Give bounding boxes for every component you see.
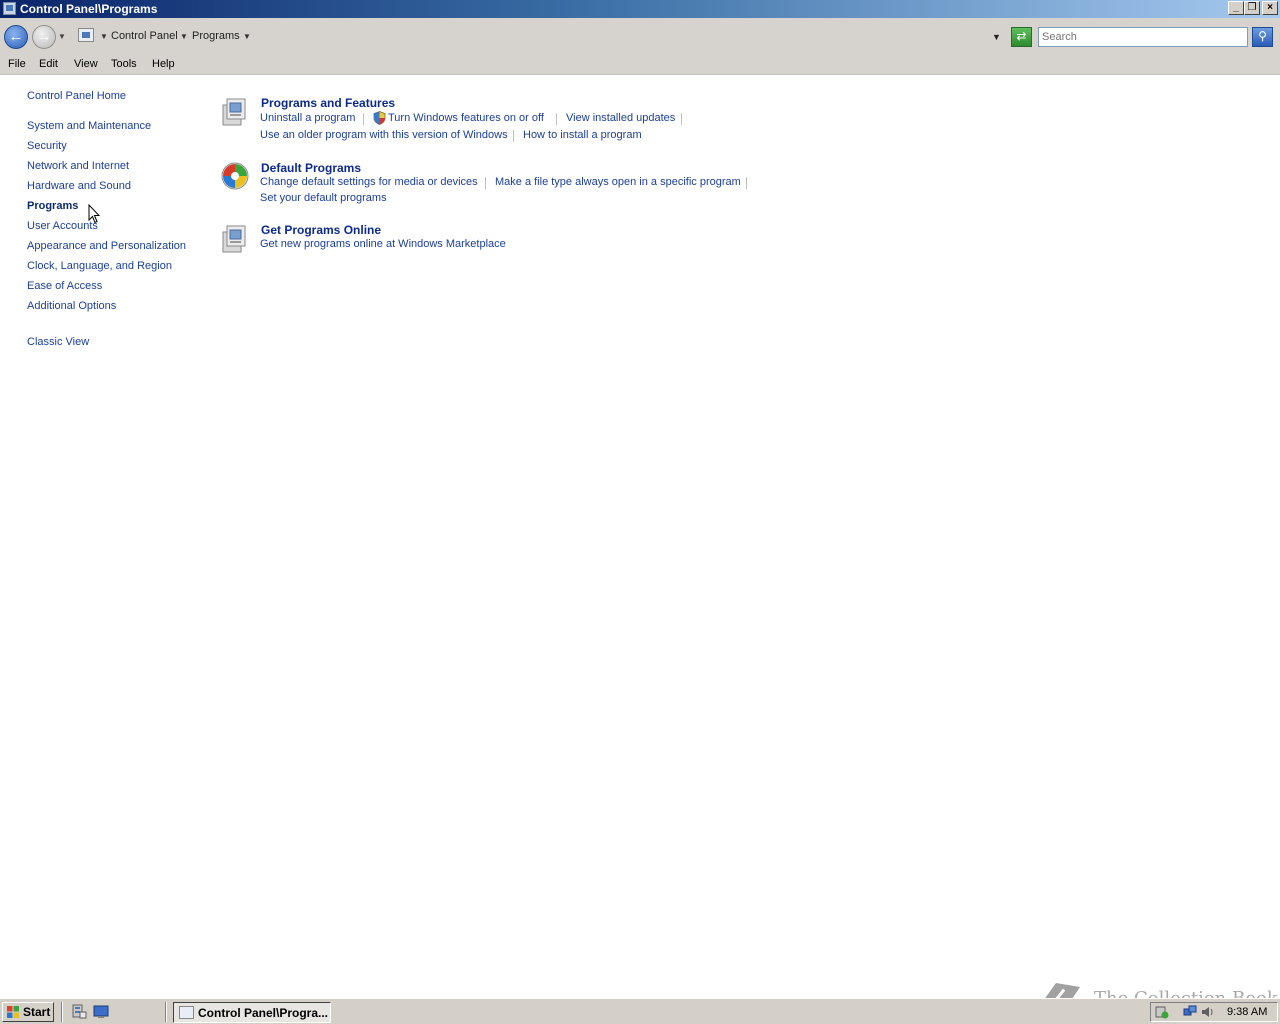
clock[interactable]: 9:38 AM — [1227, 1006, 1267, 1018]
sidebar-item-hardware-and-sound[interactable]: Hardware and Sound — [27, 180, 131, 192]
get-programs-online-title[interactable]: Get Programs Online — [261, 223, 381, 237]
chevron-down-icon[interactable]: ▼ — [100, 32, 108, 41]
breadcrumb-programs[interactable]: Programs — [192, 30, 240, 42]
link-separator — [746, 177, 747, 189]
programs-and-features-icon[interactable] — [220, 96, 250, 126]
windows-flag-icon — [7, 1006, 19, 1018]
back-arrow-icon[interactable]: ← — [4, 25, 28, 49]
show-desktop-icon[interactable] — [93, 1004, 109, 1019]
sidebar-item-control-panel-home[interactable]: Control Panel Home — [27, 90, 126, 102]
default-programs-title[interactable]: Default Programs — [261, 161, 361, 175]
link-separator — [556, 113, 557, 125]
taskbar-separator — [61, 1002, 63, 1022]
security-center-icon[interactable] — [1155, 1005, 1169, 1019]
uninstall-a-program-link[interactable]: Uninstall a program — [260, 112, 355, 124]
link-separator — [513, 130, 514, 142]
link-separator — [363, 113, 364, 125]
history-dropdown-icon[interactable]: ▼ — [58, 32, 66, 41]
turn-windows-features-link[interactable]: Turn Windows features on or off — [388, 112, 544, 124]
network-icon[interactable] — [1183, 1005, 1197, 1019]
refresh-icon[interactable]: ⇄ — [1011, 27, 1032, 47]
set-default-programs-link[interactable]: Set your default programs — [260, 192, 387, 204]
use-older-program-link[interactable]: Use an older program with this version o… — [260, 129, 508, 141]
sidebar-item-additional-options[interactable]: Additional Options — [27, 300, 116, 312]
programs-and-features-title[interactable]: Programs and Features — [261, 96, 395, 110]
uac-shield-icon — [373, 111, 386, 125]
default-programs-icon[interactable] — [220, 161, 250, 191]
volume-icon[interactable] — [1201, 1005, 1215, 1019]
sidebar-item-clock-language-and-region[interactable]: Clock, Language, and Region — [27, 260, 172, 272]
address-bar[interactable]: ▼ Control Panel ▼ Programs ▼ — [75, 27, 1005, 47]
restore-button[interactable]: ❐ — [1244, 1, 1260, 15]
file-type-open-link[interactable]: Make a file type always open in a specif… — [495, 176, 741, 188]
chevron-down-icon[interactable]: ▼ — [243, 32, 251, 41]
navigation-bar: ← → ▼ ▼ Control Panel ▼ Programs ▼ ▼ ⇄ ⚲ — [0, 18, 1280, 57]
start-button[interactable]: Start — [2, 1002, 54, 1022]
sidebar-item-programs[interactable]: Programs — [27, 200, 78, 212]
mouse-cursor-icon — [88, 204, 100, 224]
menu-view[interactable]: View — [74, 58, 98, 70]
link-separator — [681, 113, 682, 125]
change-default-settings-link[interactable]: Change default settings for media or dev… — [260, 176, 478, 188]
view-installed-updates-link[interactable]: View installed updates — [566, 112, 675, 124]
sidebar-item-system-and-maintenance[interactable]: System and Maintenance — [27, 120, 151, 132]
control-panel-icon — [179, 1006, 194, 1019]
windows-marketplace-link[interactable]: Get new programs online at Windows Marke… — [260, 238, 506, 250]
sidebar-item-classic-view[interactable]: Classic View — [27, 336, 89, 348]
control-panel-icon — [3, 2, 16, 15]
menu-edit[interactable]: Edit — [39, 58, 58, 70]
menu-file[interactable]: File — [8, 58, 26, 70]
search-input[interactable] — [1038, 27, 1248, 47]
server-manager-icon[interactable] — [71, 1004, 87, 1019]
address-dropdown-icon[interactable]: ▼ — [992, 32, 1001, 42]
chevron-down-icon[interactable]: ▼ — [180, 32, 188, 41]
start-label: Start — [23, 1005, 51, 1019]
sidebar-item-ease-of-access[interactable]: Ease of Access — [27, 280, 102, 292]
taskbar-separator — [165, 1002, 167, 1022]
menu-bar: File Edit View Tools Help — [0, 56, 1280, 75]
control-panel-icon — [78, 28, 94, 42]
breadcrumb-control-panel[interactable]: Control Panel — [111, 30, 178, 42]
taskbar-item-control-panel[interactable]: Control Panel\Progra... — [173, 1002, 331, 1023]
sidebar-item-network-and-internet[interactable]: Network and Internet — [27, 160, 129, 172]
sidebar-item-security[interactable]: Security — [27, 140, 67, 152]
taskbar: Start Control Panel\Progra... 9:38 AM — [0, 998, 1280, 1024]
search-icon[interactable]: ⚲ — [1252, 27, 1273, 47]
sidebar-item-appearance-and-personalization[interactable]: Appearance and Personalization — [27, 240, 186, 252]
title-bar: Control Panel\Programs _ ❐ × — [0, 0, 1280, 18]
system-tray: 9:38 AM — [1150, 1002, 1278, 1022]
close-button[interactable]: × — [1262, 1, 1278, 15]
minimize-button[interactable]: _ — [1228, 1, 1244, 15]
taskbar-item-label: Control Panel\Progra... — [198, 1006, 329, 1020]
menu-tools[interactable]: Tools — [111, 58, 137, 70]
menu-help[interactable]: Help — [152, 58, 175, 70]
how-to-install-program-link[interactable]: How to install a program — [523, 129, 642, 141]
forward-arrow-icon[interactable]: → — [32, 25, 56, 49]
window-title: Control Panel\Programs — [20, 2, 158, 16]
get-programs-online-icon[interactable] — [220, 223, 250, 253]
link-separator — [485, 177, 486, 189]
